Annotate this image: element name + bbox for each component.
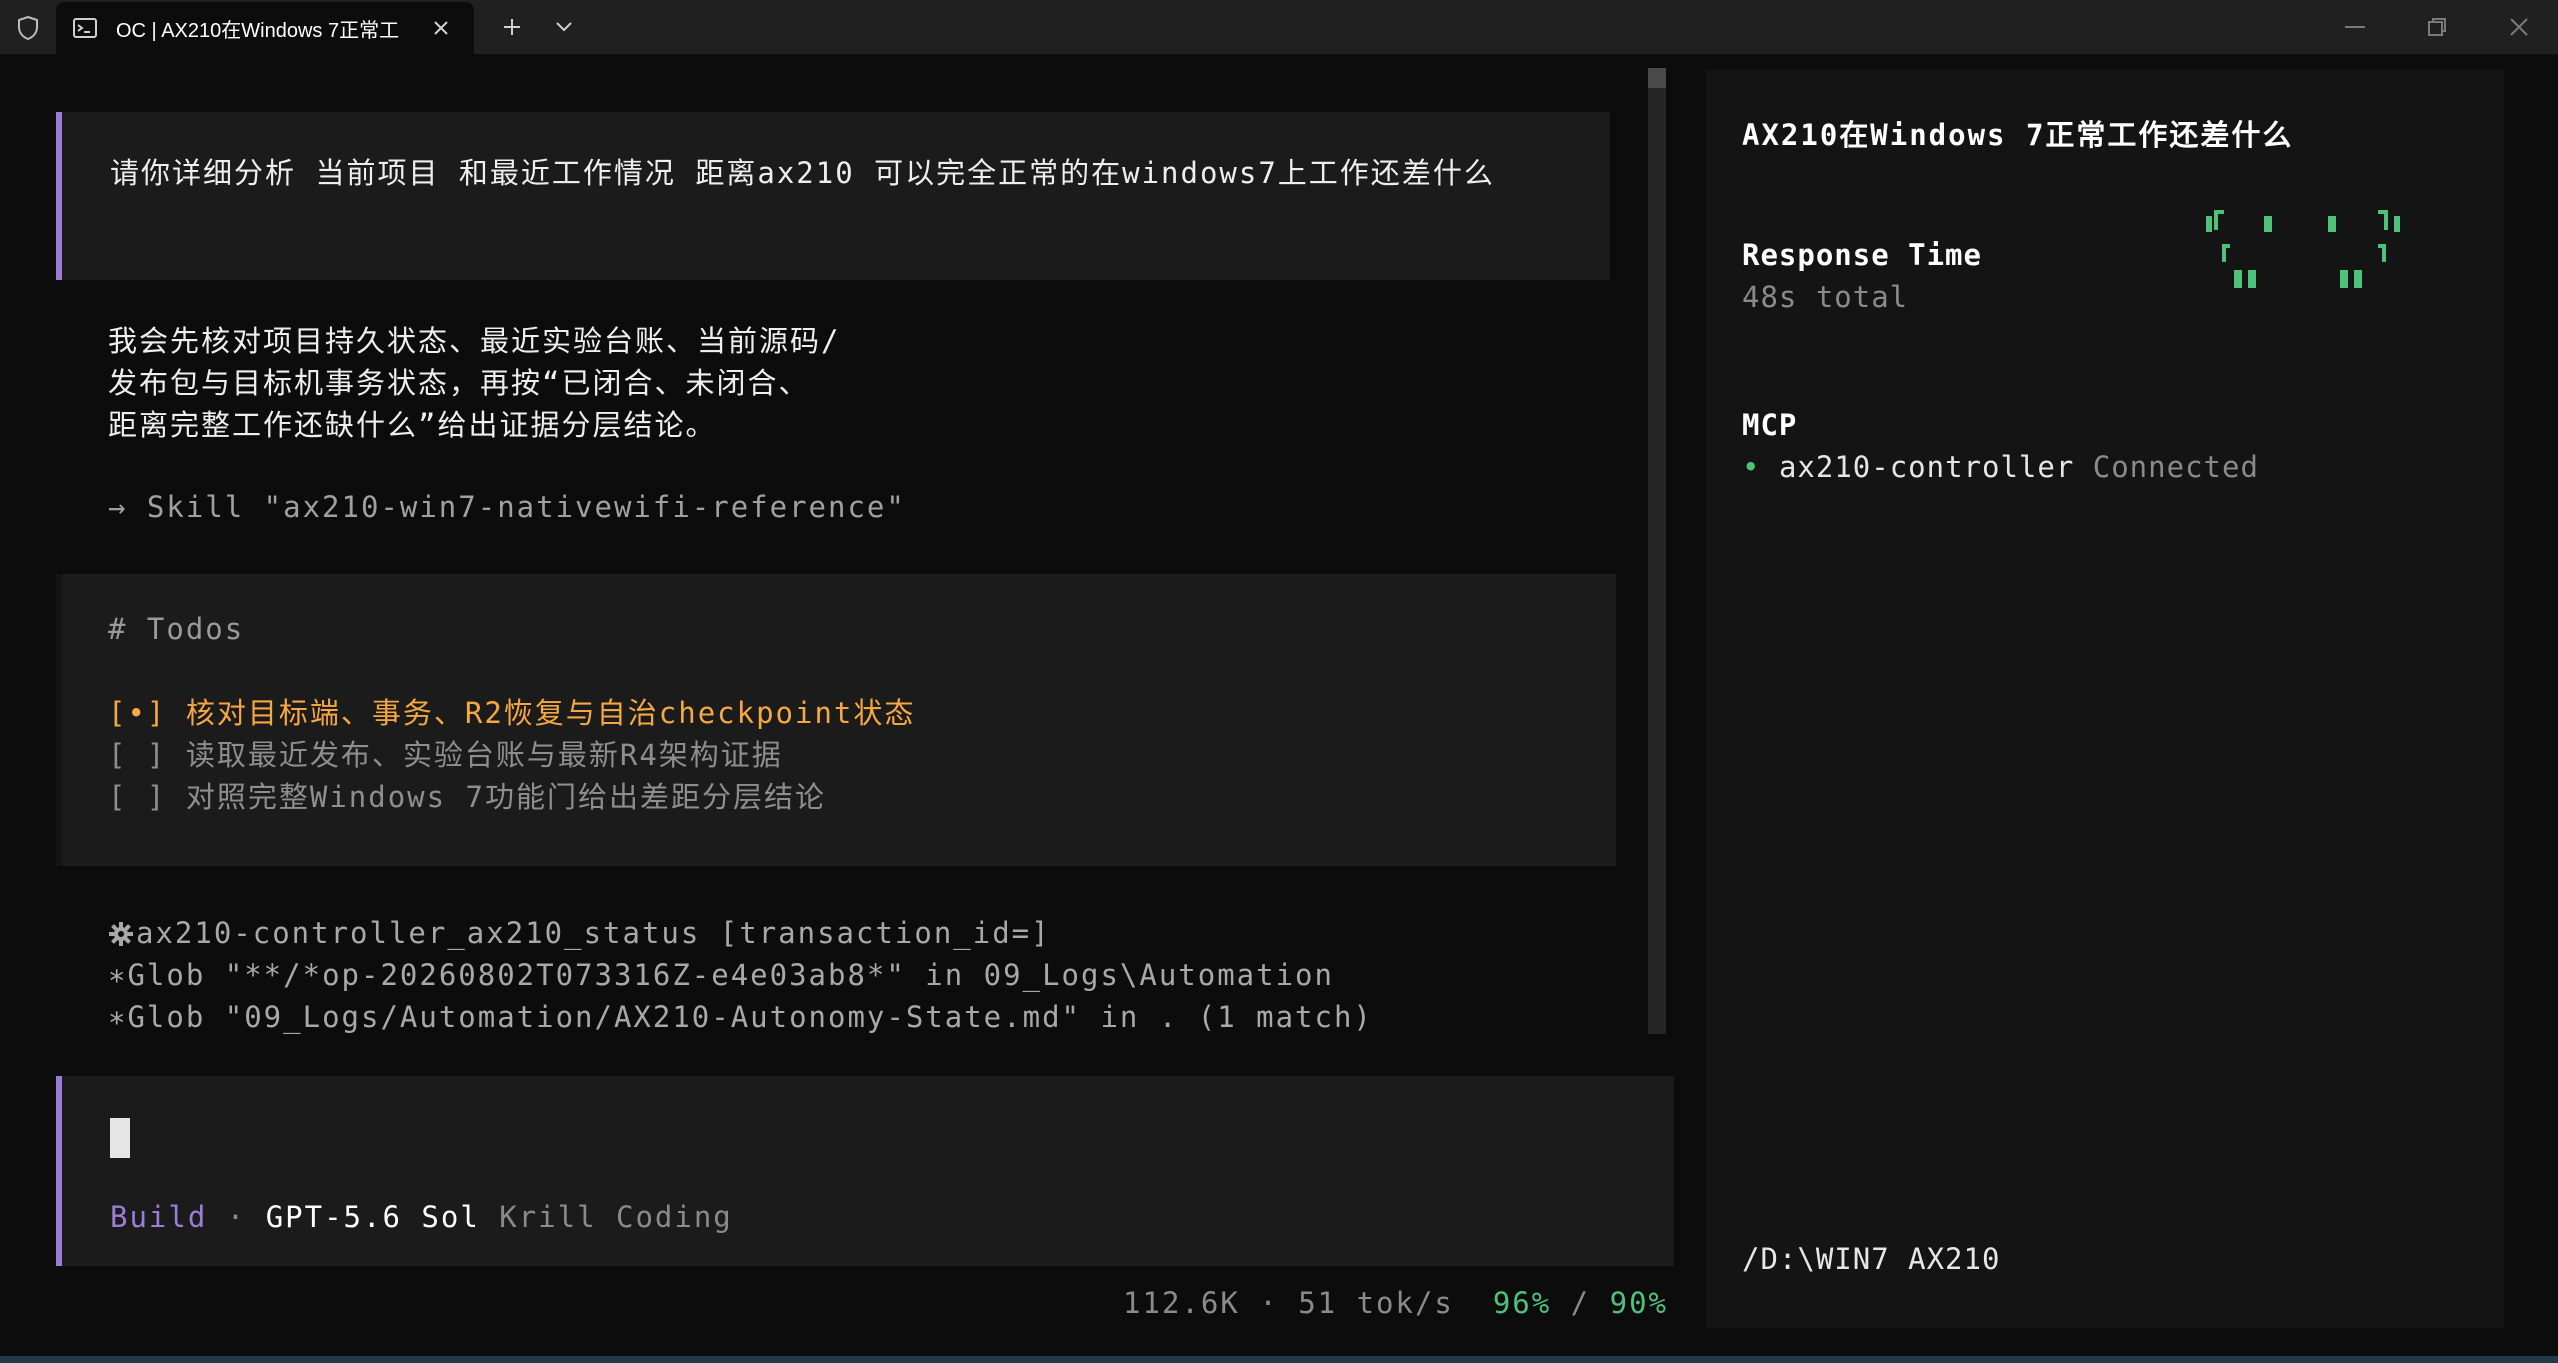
session-sidebar: AX210在Windows 7正常工作还差什么 Response Time 48…	[1706, 70, 2504, 1328]
asterisk-icon: ∗	[108, 958, 128, 992]
agent-status-line: Build · GPT-5.6 Sol Krill Coding	[110, 1200, 733, 1234]
usage-stats: 112.6K · 51 tok/s 96% / 90%	[1123, 1286, 1668, 1320]
plus-icon	[504, 19, 520, 35]
prompt-input[interactable]: Build · GPT-5.6 Sol Krill Coding	[56, 1076, 1674, 1266]
user-message: 请你详细分析 当前项目 和最近工作情况 距离ax210 可以完全正常的在wind…	[56, 112, 1610, 280]
restore-button[interactable]	[2396, 0, 2478, 54]
token-count: 112.6K	[1123, 1286, 1240, 1320]
response-time-label: Response Time	[1742, 238, 1982, 272]
mcp-server-name: ax210-controller	[1778, 450, 2075, 484]
tool-call-row: ax210-controller_ax210_status [transacti…	[108, 912, 1051, 958]
status-dot-icon: •	[1742, 450, 1761, 484]
session-title: AX210在Windows 7正常工作还差什么	[1742, 118, 2294, 152]
tool-call-text: Glob "09_Logs/Automation/AX210-Autonomy-…	[127, 1000, 1373, 1034]
tool-calls: ax210-controller_ax210_status [transacti…	[56, 912, 1610, 1042]
tab-title: OC | AX210在Windows 7正常工	[116, 19, 400, 42]
chevron-down-icon	[556, 22, 572, 32]
usage-b: 90%	[1609, 1286, 1668, 1320]
tool-call-row: ∗Glob "**/*op-20260802T073316Z-e4e03ab8*…	[108, 954, 1334, 996]
tab-dropdown-button[interactable]	[544, 10, 584, 44]
terminal-tab[interactable]: OC | AX210在Windows 7正常工	[56, 2, 474, 54]
todo-text: 对照完整Windows 7功能门给出差距分层结论	[185, 780, 826, 814]
provider-name: Krill Coding	[499, 1200, 733, 1234]
assistant-line: 发布包与目标机事务状态，再按“已闭合、未闭合、	[108, 366, 810, 400]
activity-indicator-icon	[2206, 210, 2400, 288]
token-speed: 51 tok/s	[1298, 1286, 1454, 1320]
todo-checkbox: [•]	[108, 696, 167, 730]
gear-icon	[108, 916, 136, 958]
skill-invocation: → Skill "ax210-win7-nativewifi-reference…	[108, 490, 906, 524]
asterisk-icon: ∗	[108, 1000, 128, 1034]
tool-call-text: ax210-controller_ax210_status [transacti…	[136, 916, 1051, 950]
todos-panel: # Todos [•] 核对目标端、事务、R2恢复与自治checkpoint状态…	[56, 574, 1616, 866]
working-directory: /D:\WIN7 AX210	[1742, 1242, 2001, 1276]
minimize-button[interactable]	[2314, 0, 2396, 54]
user-message-text: 请你详细分析 当前项目 和最近工作情况 距离ax210 可以完全正常的在wind…	[110, 156, 1495, 190]
tool-call-text: Glob "**/*op-20260802T073316Z-e4e03ab8*"…	[127, 958, 1334, 992]
todo-item: [•] 核对目标端、事务、R2恢复与自治checkpoint状态	[108, 692, 915, 734]
separator: /	[1570, 1286, 1591, 1320]
mcp-server-row: • ax210-controller Connected	[1742, 450, 2259, 484]
todos-heading: # Todos	[108, 612, 245, 646]
todo-item: [ ] 对照完整Windows 7功能门给出差距分层结论	[108, 776, 826, 818]
usage-a: 96%	[1492, 1286, 1552, 1320]
terminal-icon	[72, 17, 98, 39]
close-window-button[interactable]	[2478, 0, 2558, 54]
text-cursor	[110, 1118, 130, 1158]
minimize-icon	[2345, 26, 2365, 28]
assistant-message-text: 我会先核对项目持久状态、最近实验台账、当前源码/ 发布包与目标机事务状态，再按“…	[108, 320, 840, 446]
model-name[interactable]: GPT-5.6 Sol	[266, 1200, 480, 1234]
separator: ·	[1259, 1286, 1279, 1320]
conversation-pane: 请你详细分析 当前项目 和最近工作情况 距离ax210 可以完全正常的在wind…	[0, 54, 1674, 1363]
new-tab-button[interactable]	[492, 10, 532, 44]
shield-icon[interactable]	[12, 12, 44, 44]
title-bar: OC | AX210在Windows 7正常工	[0, 0, 2558, 54]
mcp-label: MCP	[1742, 408, 1798, 442]
close-icon	[2510, 18, 2528, 36]
assistant-line: 距离完整工作还缺什么”给出证据分层结论。	[108, 408, 717, 442]
assistant-line: 我会先核对项目持久状态、最近实验台账、当前源码/	[108, 324, 841, 358]
separator: ·	[226, 1200, 247, 1234]
todo-item: [ ] 读取最近发布、实验台账与最新R4架构证据	[108, 734, 783, 776]
close-tab-icon[interactable]	[428, 15, 454, 41]
conversation-scrollbar[interactable]	[1648, 68, 1666, 1034]
todo-text: 核对目标端、事务、R2恢复与自治checkpoint状态	[185, 696, 916, 730]
response-time-value: 48s total	[1742, 280, 1909, 314]
todo-checkbox: [ ]	[108, 738, 167, 772]
agent-mode[interactable]: Build	[110, 1200, 207, 1234]
tool-call-row: ∗Glob "09_Logs/Automation/AX210-Autonomy…	[108, 996, 1373, 1038]
bottom-border	[0, 1356, 2558, 1363]
todo-text: 读取最近发布、实验台账与最新R4架构证据	[185, 738, 783, 772]
assistant-message: 我会先核对项目持久状态、最近实验台账、当前源码/ 发布包与目标机事务状态，再按“…	[56, 320, 1610, 580]
todo-checkbox: [ ]	[108, 780, 167, 814]
restore-icon	[2428, 18, 2446, 36]
mcp-server-status: Connected	[2092, 450, 2259, 484]
scrollbar-thumb[interactable]	[1648, 68, 1666, 88]
